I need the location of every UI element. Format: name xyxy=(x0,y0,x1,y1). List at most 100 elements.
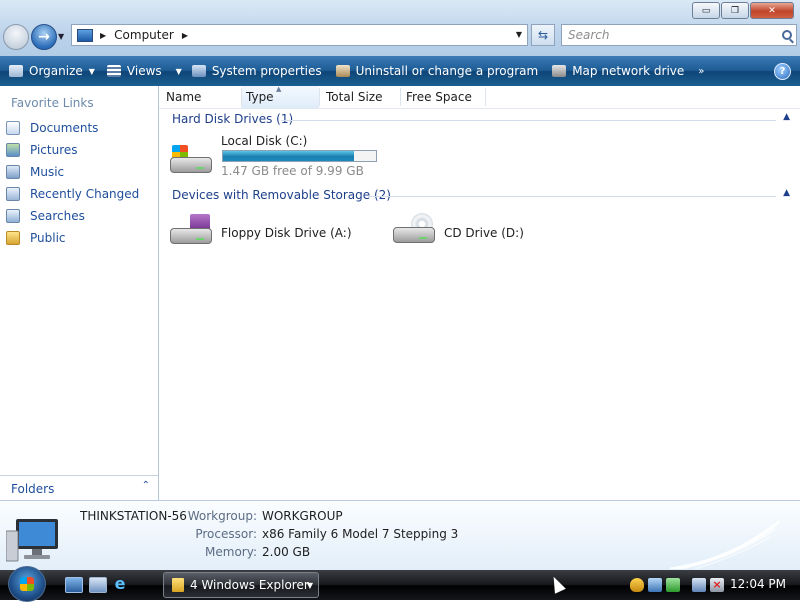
windows-drive-icon xyxy=(168,143,214,177)
minimize-button[interactable]: ▭ xyxy=(692,2,720,19)
views-button[interactable]: Views ▼ xyxy=(106,64,182,78)
sidebar-item-searches[interactable]: Searches xyxy=(6,206,85,226)
pictures-icon xyxy=(6,143,20,157)
collapse-group-icon[interactable]: ▲ xyxy=(783,112,790,122)
taskbar-button-label: 4 Windows Explorer xyxy=(190,578,309,592)
public-folder-icon xyxy=(6,231,20,245)
group-header-hard-disks[interactable]: Hard Disk Drives (1) xyxy=(172,112,293,126)
computer-icon xyxy=(77,28,93,42)
system-tray: × xyxy=(630,574,728,596)
drive-body xyxy=(393,227,435,243)
column-divider[interactable] xyxy=(319,88,320,106)
window-titlebar: ▭ ❐ ✕ → ▼ ▶ Computer ▶ ▼ ⇆ Search xyxy=(0,0,800,56)
windows-logo-icon xyxy=(20,577,34,591)
switch-windows-icon[interactable] xyxy=(89,577,107,593)
close-button[interactable]: ✕ xyxy=(750,2,794,19)
content-pane: ▲ Name Type Total Size Free Space Hard D… xyxy=(159,85,800,500)
recent-pages-dropdown[interactable]: ▼ xyxy=(58,32,64,41)
floppy-drive-icon xyxy=(168,214,214,248)
group-divider xyxy=(368,196,776,197)
column-header-type[interactable]: Type xyxy=(246,90,274,104)
breadcrumb-computer[interactable]: Computer xyxy=(114,28,174,42)
cd-drive-icon xyxy=(391,213,437,247)
chevron-down-icon: ▼ xyxy=(88,66,95,76)
processor-value: x86 Family 6 Model 7 Stepping 3 xyxy=(262,527,459,541)
column-header-total-size[interactable]: Total Size xyxy=(326,90,382,104)
navigation-pane: Favorite Links Documents Pictures Music … xyxy=(0,86,159,501)
address-dropdown-icon[interactable]: ▼ xyxy=(516,30,522,39)
column-divider[interactable] xyxy=(400,88,401,106)
clock[interactable]: 12:04 PM xyxy=(730,577,786,591)
search-input[interactable]: Search xyxy=(561,24,797,46)
sidebar-item-label: Public xyxy=(30,231,66,245)
show-desktop-icon[interactable] xyxy=(65,577,83,593)
sidebar-item-label: Music xyxy=(30,165,65,179)
drive-name: Floppy Disk Drive (A:) xyxy=(221,226,352,240)
memory-label: Memory: xyxy=(205,545,257,559)
column-divider[interactable] xyxy=(241,88,242,106)
details-pane: THINKSTATION-56 Workgroup: WORKGROUP Pro… xyxy=(0,500,800,571)
search-icon[interactable] xyxy=(782,30,792,40)
sidebar-item-recently-changed[interactable]: Recently Changed xyxy=(6,184,139,204)
uninstall-button[interactable]: Uninstall or change a program xyxy=(335,64,538,78)
start-button[interactable] xyxy=(8,566,46,602)
refresh-button[interactable]: ⇆ xyxy=(531,24,555,46)
sidebar-item-documents[interactable]: Documents xyxy=(6,118,98,138)
disk-usage-bar xyxy=(222,150,377,162)
system-properties-button[interactable]: System properties xyxy=(191,64,322,78)
network-icon[interactable] xyxy=(648,578,662,592)
uninstall-icon xyxy=(335,65,350,77)
folder-icon xyxy=(172,578,184,592)
music-icon xyxy=(6,165,20,179)
recently-changed-icon xyxy=(6,187,20,201)
column-header-free-space[interactable]: Free Space xyxy=(406,90,472,104)
sidebar-item-public[interactable]: Public xyxy=(6,228,66,248)
chevron-up-icon: ⌃ xyxy=(141,480,150,491)
favorite-links-title: Favorite Links xyxy=(11,96,94,110)
memory-value: 2.00 GB xyxy=(262,545,311,559)
address-bar[interactable]: ▶ Computer ▶ ▼ xyxy=(71,24,528,46)
sidebar-item-pictures[interactable]: Pictures xyxy=(6,140,78,160)
maximize-button[interactable]: ❐ xyxy=(721,2,749,19)
column-header-name[interactable]: Name xyxy=(166,90,201,104)
views-icon xyxy=(106,65,121,77)
hard-disk-body xyxy=(170,157,212,173)
folders-label: Folders xyxy=(11,482,55,496)
security-shield-icon[interactable] xyxy=(630,578,644,592)
documents-icon xyxy=(6,121,20,135)
organize-label: Organize xyxy=(29,64,83,78)
drive-body xyxy=(170,228,212,244)
help-button[interactable]: ? xyxy=(774,63,791,80)
volume-muted-icon[interactable]: × xyxy=(710,578,724,592)
taskbar-button-windows-explorer[interactable]: 4 Windows Explorer ▼ xyxy=(163,572,319,598)
searches-icon xyxy=(6,209,20,223)
breadcrumb-arrow-icon[interactable]: ▶ xyxy=(100,31,106,40)
column-divider[interactable] xyxy=(485,88,486,106)
map-network-drive-button[interactable]: Map network drive xyxy=(552,64,684,78)
back-button[interactable] xyxy=(3,24,29,50)
group-header-removable[interactable]: Devices with Removable Storage (2) xyxy=(172,188,391,202)
sidebar-item-music[interactable]: Music xyxy=(6,162,64,182)
sort-arrow-icon: ▲ xyxy=(276,85,282,93)
organize-button[interactable]: Organize ▼ xyxy=(9,64,95,78)
system-properties-label: System properties xyxy=(211,64,322,78)
taskbar: e 4 Windows Explorer ▼ × 12:04 PM xyxy=(0,566,800,602)
network-status-icon[interactable] xyxy=(692,578,706,592)
sidebar-item-label: Documents xyxy=(30,121,99,135)
system-properties-icon xyxy=(191,65,206,77)
computer-icon xyxy=(6,519,58,562)
drive-name: CD Drive (D:) xyxy=(444,226,524,240)
breadcrumb-arrow-icon[interactable]: ▶ xyxy=(182,31,188,40)
column-headers: ▲ Name Type Total Size Free Space xyxy=(159,85,800,109)
sidebar-item-label: Pictures xyxy=(30,143,78,157)
drive-activity-light xyxy=(196,238,204,240)
forward-button[interactable]: → xyxy=(31,24,57,50)
folders-toggle[interactable]: Folders ⌃ xyxy=(0,475,158,501)
drive-name: Local Disk (C:) xyxy=(221,134,308,148)
internet-explorer-icon[interactable]: e xyxy=(112,576,128,592)
collapse-group-icon[interactable]: ▲ xyxy=(783,188,790,198)
drive-free-space: 1.47 GB free of 9.99 GB xyxy=(221,164,364,178)
more-commands-button[interactable]: » xyxy=(698,66,704,77)
command-bar: Organize ▼ Views ▼ System properties Uni… xyxy=(0,56,800,86)
checkmark-icon[interactable] xyxy=(666,578,680,592)
